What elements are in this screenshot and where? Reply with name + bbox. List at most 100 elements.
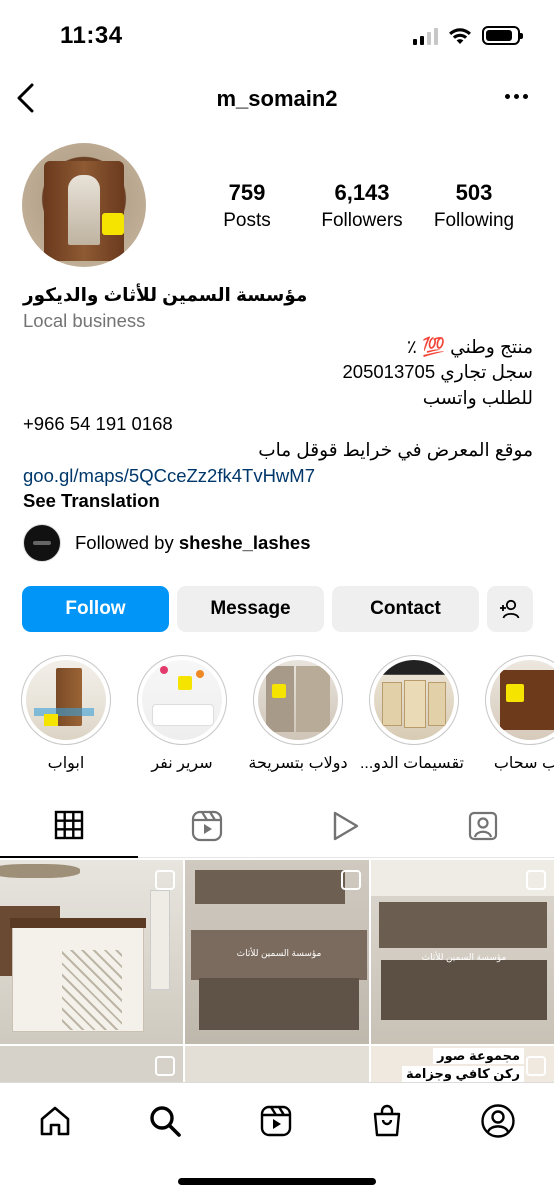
contact-button[interactable]: Contact xyxy=(332,586,479,632)
more-dot xyxy=(514,94,519,99)
more-options-button[interactable] xyxy=(505,94,528,99)
avatar-snap-badge xyxy=(102,213,124,235)
stat-posts[interactable]: 759 Posts xyxy=(216,180,278,232)
followers-label: Followers xyxy=(321,210,403,231)
bio-line: للطلب واتسب xyxy=(422,387,533,409)
search-icon xyxy=(150,1106,181,1137)
nav-search[interactable] xyxy=(145,1101,185,1141)
profile-category: Local business xyxy=(23,309,146,331)
header-username: m_somain2 xyxy=(216,86,338,111)
message-button[interactable]: Message xyxy=(177,586,324,632)
nav-reels[interactable] xyxy=(256,1101,296,1141)
tab-reels[interactable] xyxy=(138,810,276,858)
multiple-posts-icon xyxy=(526,870,546,890)
profile-avatar[interactable] xyxy=(22,143,146,267)
suggested-users-button[interactable] xyxy=(487,586,533,632)
reels-icon xyxy=(260,1105,292,1137)
followed-by[interactable]: Followed by sheshe_lashes xyxy=(23,524,311,562)
multiple-posts-icon xyxy=(155,1056,175,1076)
highlight-thumbnail xyxy=(258,660,338,740)
highlight-label: سرير نفر xyxy=(151,755,213,772)
tab-tagged[interactable] xyxy=(414,810,552,858)
highlight-ring xyxy=(485,655,554,745)
highlight-label: ابواب xyxy=(47,755,85,772)
stat-followers[interactable]: 6,143 Followers xyxy=(314,180,410,232)
highlight-item[interactable]: دولاب بتسريحة xyxy=(248,655,348,773)
avatar-mirror xyxy=(68,175,100,245)
more-horizontal-icon xyxy=(505,94,510,99)
follower-avatar xyxy=(23,524,61,562)
highlight-ring xyxy=(369,655,459,745)
highlight-label: تقسيمات الدو... xyxy=(359,755,464,772)
highlight-label: دولاب بتسريحة xyxy=(248,755,348,772)
post-thumbnail[interactable] xyxy=(0,860,183,1044)
status-icons xyxy=(413,26,523,45)
tab-videos[interactable] xyxy=(276,810,414,858)
shop-bag-icon xyxy=(373,1104,401,1137)
profile-header: m_somain2 xyxy=(0,74,554,124)
post-detail xyxy=(195,870,345,904)
posts-grid: مؤسسة السمين للأثاث مؤسسة السمين للأثاث … xyxy=(0,860,554,1082)
highlight-ring xyxy=(21,655,111,745)
tab-posts-grid[interactable] xyxy=(0,810,138,858)
highlight-thumbnail xyxy=(374,660,454,740)
bio-line: سجل تجاري 205013705 xyxy=(342,361,533,383)
post-detail xyxy=(199,978,359,1030)
tagged-person-icon xyxy=(468,811,498,841)
posts-label: Posts xyxy=(223,210,271,231)
home-indicator[interactable] xyxy=(178,1178,376,1185)
profile-tabs xyxy=(0,800,554,858)
multiple-posts-icon xyxy=(155,870,175,890)
highlight-item[interactable]: لاب سحاب xyxy=(480,655,554,773)
nav-home[interactable] xyxy=(35,1101,75,1141)
home-icon xyxy=(40,1106,70,1136)
follow-button[interactable]: Follow xyxy=(22,586,169,632)
story-highlights: ابواب سرير نفر دولاب بتسريحة تقسيمات الد… xyxy=(0,655,554,775)
highlight-ring xyxy=(137,655,227,745)
bio-line: منتج وطني 💯 ٪ xyxy=(406,335,533,357)
reels-icon xyxy=(191,810,223,842)
followed-by-text: Followed by sheshe_lashes xyxy=(75,532,311,554)
followed-by-user: sheshe_lashes xyxy=(178,532,311,553)
post-thumbnail[interactable]: مؤسسة السمين للأثاث xyxy=(371,860,554,1044)
highlight-ring xyxy=(253,655,343,745)
post-detail xyxy=(379,902,547,948)
highlight-item[interactable]: تقسيمات الدو... xyxy=(359,655,464,773)
highlight-item[interactable]: سرير نفر xyxy=(132,655,232,773)
bio-link[interactable]: goo.gl/maps/5QCceZz2fk4TvHwM7 xyxy=(23,463,533,489)
bio-phone: +966 54 191 0168 xyxy=(23,412,173,434)
stat-following[interactable]: 503 Following xyxy=(428,180,520,232)
profile-name: مؤسسة السمين للأثاث والديكور xyxy=(23,284,308,305)
highlight-thumbnail xyxy=(142,660,222,740)
status-time: 11:34 xyxy=(60,22,123,49)
profile-icon xyxy=(481,1104,515,1138)
post-detail xyxy=(381,960,547,1020)
post-thumbnail[interactable]: مجموعة صور ركن كافي وجزامة xyxy=(371,1046,554,1082)
grid-icon xyxy=(54,810,84,840)
profile-bio: مؤسسة السمين للأثاث والديكور Local busin… xyxy=(23,282,533,514)
followers-count: 6,143 xyxy=(334,180,390,205)
add-user-icon xyxy=(500,599,520,619)
cellular-signal-icon xyxy=(413,27,438,45)
post-caption-overlay: مؤسسة السمين للأثاث xyxy=(421,952,507,962)
post-thumbnail[interactable] xyxy=(0,1046,183,1082)
bio-line: موقع المعرض في خرايط قوقل ماب xyxy=(258,438,533,460)
status-bar: 11:34 xyxy=(0,0,554,74)
more-dot xyxy=(523,94,528,99)
post-caption-overlay: ركن كافي وجزامة xyxy=(402,1066,524,1082)
following-count: 503 xyxy=(455,180,493,205)
see-translation-link[interactable]: See Translation xyxy=(23,488,533,514)
post-caption-overlay: مؤسسة السمين للأثاث xyxy=(236,948,322,958)
highlight-thumbnail xyxy=(26,660,106,740)
post-thumbnail[interactable] xyxy=(185,1046,369,1082)
post-detail xyxy=(150,890,170,990)
post-thumbnail[interactable]: مؤسسة السمين للأثاث xyxy=(185,860,369,1044)
nav-profile[interactable] xyxy=(478,1101,518,1141)
multiple-posts-icon xyxy=(526,1056,546,1076)
battery-icon xyxy=(482,26,523,45)
post-caption-overlay: مجموعة صور xyxy=(433,1048,524,1064)
highlight-item[interactable]: ابواب xyxy=(16,655,116,773)
nav-shop[interactable] xyxy=(367,1101,407,1141)
posts-count: 759 xyxy=(228,180,266,205)
highlight-label: لاب سحاب xyxy=(493,755,554,772)
